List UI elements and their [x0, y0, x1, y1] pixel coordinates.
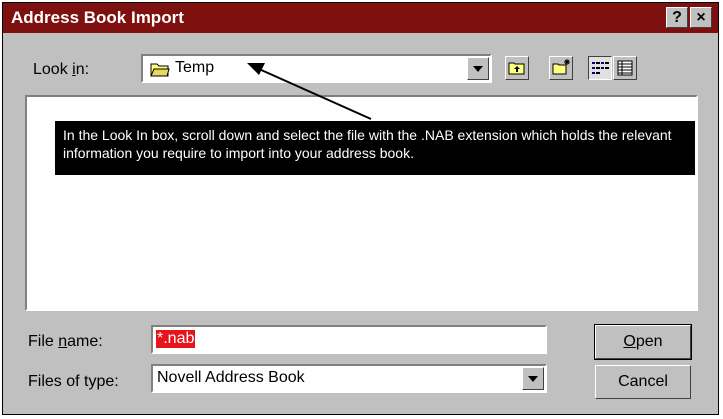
- files-of-type-dropdown[interactable]: Novell Address Book: [151, 364, 547, 393]
- open-button[interactable]: Open: [594, 324, 692, 360]
- arrowhead-icon: [247, 63, 265, 75]
- file-name-input[interactable]: *.nab: [151, 325, 547, 354]
- address-book-import-dialog: Address Book Import ? × Look in: Temp In…: [2, 2, 719, 415]
- cancel-button[interactable]: Cancel: [595, 365, 691, 399]
- file-name-value: *.nab: [156, 330, 196, 348]
- file-name-label: File name:: [28, 333, 103, 350]
- dropdown-arrow-icon: [528, 376, 538, 382]
- files-of-type-dropdown-button[interactable]: [522, 367, 544, 390]
- files-of-type-label: Files of type:: [28, 373, 119, 390]
- files-of-type-value: Novell Address Book: [157, 369, 305, 386]
